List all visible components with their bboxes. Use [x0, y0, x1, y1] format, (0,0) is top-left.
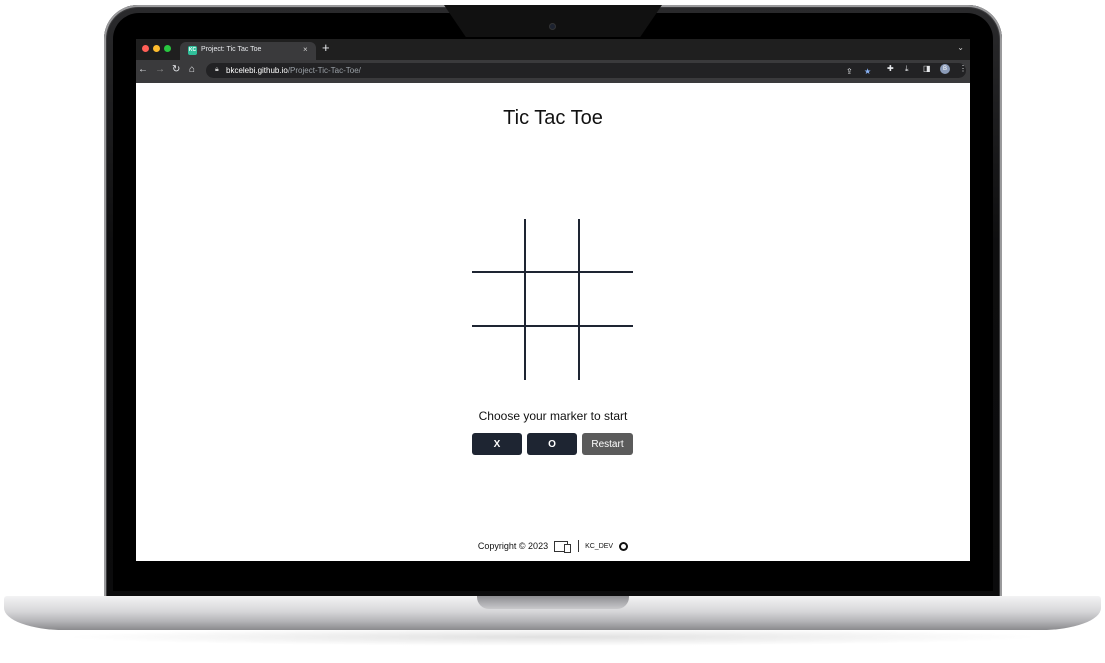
grid-line	[524, 219, 526, 380]
browser-tab[interactable]: KC Project: Tic Tac Toe ×	[180, 42, 316, 60]
board-cell[interactable]	[472, 327, 525, 380]
page-title: Tic Tac Toe	[503, 107, 603, 129]
footer: Copyright © 2023 KC_DEV	[136, 539, 970, 553]
bookmark-star-icon[interactable]: ★	[864, 67, 871, 76]
copyright-text: Copyright © 2023	[477, 541, 549, 551]
lock-icon[interactable]: 🔒︎	[215, 66, 219, 74]
status-message: Choose your marker to start	[478, 409, 628, 423]
browser-menu-icon[interactable]: ⋮	[959, 64, 967, 73]
board-cell[interactable]	[580, 219, 633, 272]
board-cell[interactable]	[472, 273, 525, 326]
side-panel-icon[interactable]: ◨	[923, 64, 931, 73]
browser-window: KC Project: Tic Tac Toe × + ⌄ ← → ↻ ⌂ 🔒︎…	[136, 39, 970, 561]
board-cell[interactable]	[526, 273, 579, 326]
board-cell[interactable]	[580, 273, 633, 326]
board-cell[interactable]	[580, 327, 633, 380]
restart-button[interactable]: Restart	[582, 433, 633, 455]
reload-button[interactable]: ↻	[172, 64, 180, 76]
forward-button[interactable]: →	[155, 64, 165, 76]
tab-search-icon[interactable]: ⌄	[957, 43, 964, 52]
grid-line	[578, 219, 580, 380]
back-button[interactable]: ←	[138, 64, 148, 76]
browser-toolbar: ← → ↻ ⌂ 🔒︎ bkcelebi.github.io/Project-Ti…	[136, 60, 970, 83]
download-icon[interactable]: ⤓	[905, 64, 909, 74]
profile-avatar[interactable]: B	[940, 64, 950, 74]
footer-divider	[578, 540, 580, 552]
choose-o-button[interactable]: O	[527, 433, 577, 455]
favicon-icon: KC	[188, 46, 197, 55]
url-text: bkcelebi.github.io/Project-Tic-Tac-Toe/	[226, 66, 361, 75]
tab-title: Project: Tic Tac Toe	[201, 46, 262, 53]
laptop-top-notch	[444, 5, 662, 37]
grid-line	[472, 271, 633, 273]
url-host: bkcelebi.github.io	[226, 66, 288, 75]
address-bar[interactable]: 🔒︎ bkcelebi.github.io/Project-Tic-Tac-To…	[206, 63, 966, 78]
window-minimize-icon[interactable]	[153, 45, 160, 52]
tab-close-icon[interactable]: ×	[303, 45, 308, 54]
laptop-shadow	[60, 628, 1045, 646]
new-tab-button[interactable]: +	[322, 41, 330, 55]
board-cell[interactable]	[526, 327, 579, 380]
game-board	[472, 219, 633, 380]
choose-x-button[interactable]: X	[472, 433, 522, 455]
board-cell[interactable]	[472, 219, 525, 272]
window-maximize-icon[interactable]	[164, 45, 171, 52]
github-icon[interactable]	[619, 541, 629, 551]
devices-logo-icon[interactable]	[554, 540, 572, 553]
board-cell[interactable]	[526, 219, 579, 272]
extensions-icon[interactable]: ✚	[887, 64, 894, 73]
window-close-icon[interactable]	[142, 45, 149, 52]
grid-line	[472, 325, 633, 327]
page-content: Tic Tac Toe Choose your marker to start …	[136, 83, 970, 561]
url-path: /Project-Tic-Tac-Toe/	[287, 66, 361, 75]
camera-icon	[549, 23, 556, 30]
laptop-hinge	[477, 596, 629, 609]
share-icon[interactable]: ⇪	[846, 67, 853, 76]
home-button[interactable]: ⌂	[189, 64, 195, 76]
brand-link[interactable]: KC_DEV	[585, 543, 613, 550]
tab-strip: KC Project: Tic Tac Toe × + ⌄	[136, 39, 970, 60]
